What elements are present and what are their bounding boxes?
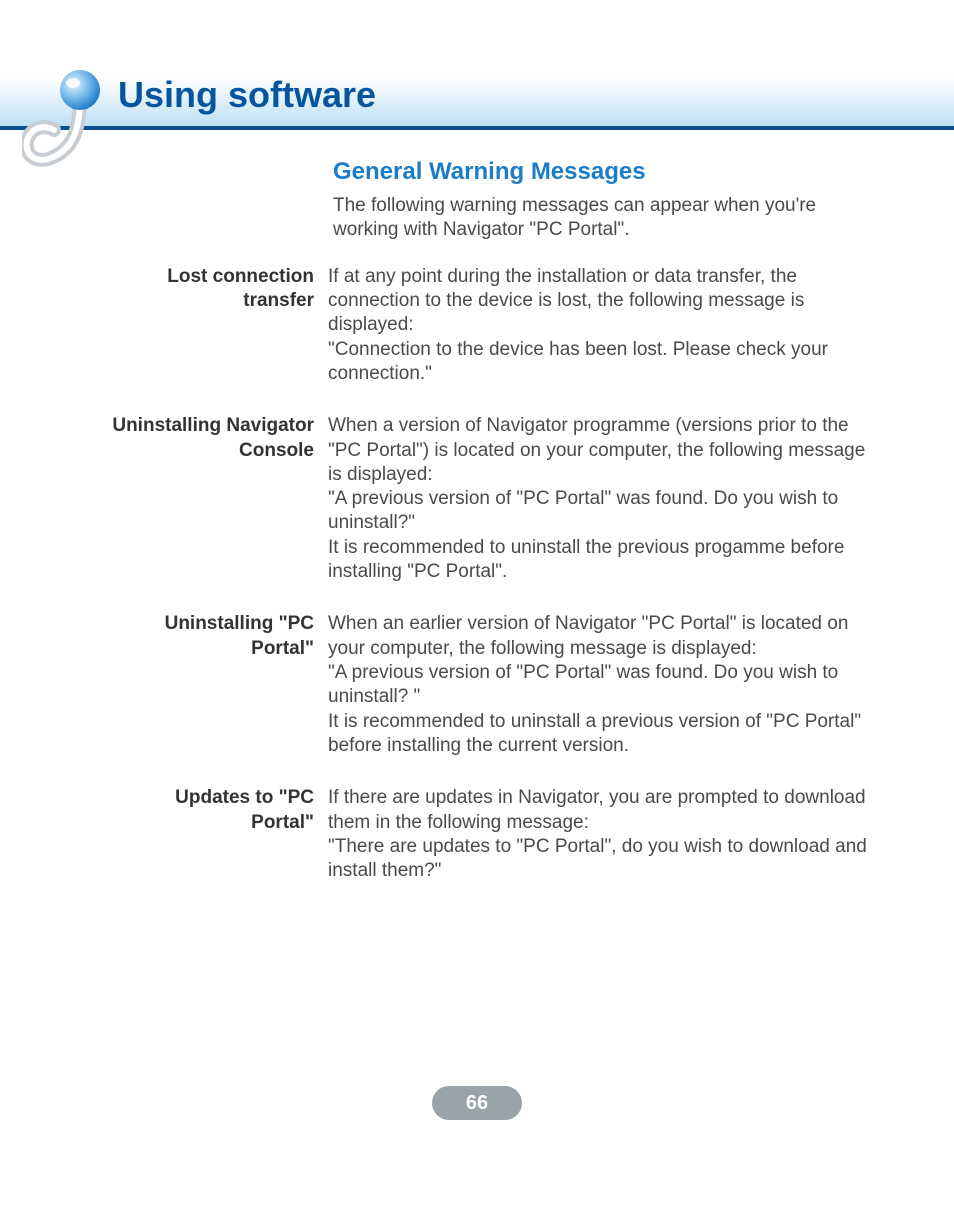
block-body: If at any point during the installation … [328, 265, 868, 387]
block-label: Updates to "PC Portal" [108, 786, 328, 883]
block-body: When an earlier version of Navigator "PC… [328, 612, 868, 758]
hook-icon [22, 68, 108, 178]
block-label: Uninstalling Navigator Console [108, 414, 328, 584]
block-lost-connection: Lost connection transfer If at any point… [108, 265, 888, 387]
page-title: Using software [118, 74, 376, 116]
block-uninstall-console: Uninstalling Navigator Console When a ve… [108, 414, 888, 584]
header-bar: Using software [0, 0, 954, 130]
block-label: Uninstalling "PC Portal" [108, 612, 328, 758]
block-updates: Updates to "PC Portal" If there are upda… [108, 786, 888, 883]
page-number: 66 [432, 1086, 522, 1120]
block-label: Lost connection transfer [108, 265, 328, 387]
block-uninstall-pc-portal: Uninstalling "PC Portal" When an earlier… [108, 612, 888, 758]
section-heading: General Warning Messages [333, 158, 888, 186]
section-intro: The following warning messages can appea… [333, 194, 873, 243]
content-area: General Warning Messages The following w… [108, 158, 888, 912]
block-body: If there are updates in Navigator, you a… [328, 786, 868, 883]
block-body: When a version of Navigator programme (v… [328, 414, 868, 584]
page-number-text: 66 [466, 1092, 488, 1115]
